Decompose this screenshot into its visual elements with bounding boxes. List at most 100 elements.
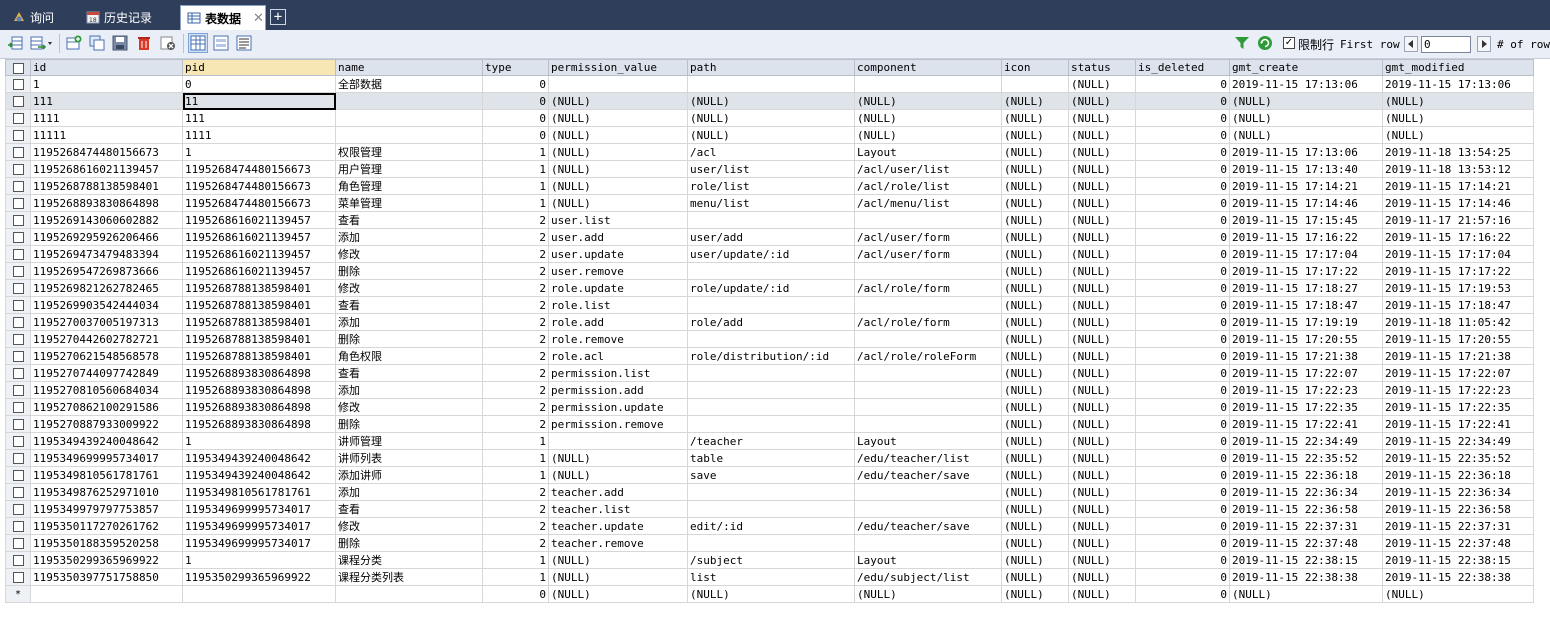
cell-path[interactable]: /acl [687,143,855,161]
cell-gmt-create[interactable]: 2019-11-15 17:13:40 [1229,160,1383,178]
cell-pid[interactable]: 1195268616021139457 [182,262,336,280]
cell-id[interactable]: 1195268893830864898 [30,194,183,212]
cell-component[interactable]: /acl/user/form [854,245,1002,263]
limit-rows-checkbox[interactable]: ✓ [1283,37,1295,49]
cell-pid[interactable]: 1195268893830864898 [182,381,336,399]
cell-pid[interactable]: 1 [182,143,336,161]
cell-is-deleted[interactable]: 0 [1135,245,1230,263]
cell-permission-value[interactable]: role.add [548,313,688,331]
table-row[interactable]: 1111 111 0 (NULL) (NULL) (NULL) (NULL) (NULL) 0(… [5,109,1534,127]
cell-pid[interactable]: 1195268788138598401 [182,330,336,348]
cell-component[interactable] [854,500,1002,518]
refresh-icon[interactable] [1257,35,1273,51]
cell-gmt-create[interactable]: 2019-11-15 17:15:45 [1229,211,1383,229]
cell-component[interactable]: (NULL) [854,126,1002,144]
cell-gmt-modified[interactable]: 2019-11-15 17:14:21 [1382,177,1534,195]
row-checkbox[interactable] [5,517,31,535]
cell-id[interactable]: 1195350188359520258 [30,534,183,552]
cell-icon[interactable]: (NULL) [1001,126,1069,144]
row-checkbox[interactable] [5,568,31,586]
cell-permission-value[interactable] [548,75,688,93]
cell-status[interactable]: (NULL) [1068,177,1136,195]
cell-gmt-modified[interactable]: 2019-11-18 11:05:42 [1382,313,1534,331]
cell-status[interactable]: (NULL) [1068,228,1136,246]
cell-is-deleted[interactable]: 0 [1135,143,1230,161]
cell-pid[interactable] [182,585,336,603]
cell-pid[interactable]: 1195349810561781761 [182,483,336,501]
cell-name[interactable]: 添加 [335,228,483,246]
cell-component[interactable]: Layout [854,432,1002,450]
text-view-icon[interactable] [236,35,252,51]
cell-component[interactable]: /acl/user/list [854,160,1002,178]
cell-type[interactable]: 2 [482,211,549,229]
table-row[interactable]: 1195269821262782465 1195268788138598401 修改… [5,279,1534,297]
row-checkbox[interactable] [5,381,31,399]
cell-type[interactable]: 2 [482,228,549,246]
cell-pid[interactable]: 1195268893830864898 [182,415,336,433]
cell-id[interactable]: 1195269547269873666 [30,262,183,280]
column-header-id[interactable]: id [30,59,183,76]
cell-gmt-create[interactable]: 2019-11-15 17:14:46 [1229,194,1383,212]
table-row[interactable]: 1195350188359520258 1195349699995734017 删除… [5,534,1534,552]
cell-icon[interactable]: (NULL) [1001,92,1069,110]
cell-type[interactable]: 2 [482,296,549,314]
cell-component[interactable]: /acl/role/roleForm [854,347,1002,365]
column-header-gmt-modified[interactable]: gmt_modified [1382,59,1534,76]
row-checkbox[interactable] [5,177,31,195]
cell-id[interactable]: 111 [30,92,183,110]
cell-gmt-modified[interactable]: (NULL) [1382,585,1534,603]
cell-pid[interactable]: 1 [182,551,336,569]
row-checkbox[interactable] [5,551,31,569]
cell-icon[interactable]: (NULL) [1001,551,1069,569]
cell-id[interactable]: 1111 [30,109,183,127]
cell-permission-value[interactable]: teacher.update [548,517,688,535]
cell-type[interactable]: 2 [482,245,549,263]
table-row[interactable]: 1195349439240048642 1 讲师管理 1/teacher Layout(… [5,432,1534,450]
cell-status[interactable]: (NULL) [1068,330,1136,348]
cell-component[interactable]: Layout [854,551,1002,569]
cell-component[interactable]: /edu/teacher/save [854,466,1002,484]
cell-type[interactable]: 1 [482,449,549,467]
cell-pid[interactable]: 1195349439240048642 [182,466,336,484]
table-row[interactable]: 1195268616021139457 1195268474480156673 用户… [5,160,1534,178]
cell-icon[interactable]: (NULL) [1001,228,1069,246]
cell-component[interactable] [854,364,1002,382]
cell-path[interactable]: user/add [687,228,855,246]
cell-is-deleted[interactable]: 0 [1135,585,1230,603]
cell-permission-value[interactable]: (NULL) [548,449,688,467]
previous-page-button[interactable] [1404,36,1418,52]
cell-gmt-create[interactable]: (NULL) [1229,126,1383,144]
cell-component[interactable] [854,398,1002,416]
cell-pid[interactable]: 1195349699995734017 [182,534,336,552]
cell-path[interactable]: save [687,466,855,484]
cell-icon[interactable]: (NULL) [1001,262,1069,280]
column-header-pid[interactable]: pid [182,59,336,76]
cell-is-deleted[interactable]: 0 [1135,517,1230,535]
cell-gmt-modified[interactable]: 2019-11-15 17:17:22 [1382,262,1534,280]
row-checkbox[interactable] [5,449,31,467]
cell-pid[interactable]: 11 [182,92,336,110]
tab-table-data[interactable]: 表数据 ✕ [180,5,266,30]
cell-name[interactable]: 菜单管理 [335,194,483,212]
cell-name[interactable]: 删除 [335,330,483,348]
cell-component[interactable]: (NULL) [854,585,1002,603]
cell-path[interactable]: table [687,449,855,467]
column-header-gmt-create[interactable]: gmt_create [1229,59,1383,76]
cell-is-deleted[interactable]: 0 [1135,398,1230,416]
delete-icon[interactable] [136,35,152,51]
cell-gmt-create[interactable]: 2019-11-15 17:20:55 [1229,330,1383,348]
grid-view-icon[interactable] [188,33,208,53]
cell-id[interactable]: 1195349699995734017 [30,449,183,467]
cell-pid[interactable]: 1195268788138598401 [182,296,336,314]
cell-type[interactable]: 2 [482,517,549,535]
cell-pid[interactable]: 111 [182,109,336,127]
first-row-input[interactable]: 0 [1421,36,1471,53]
cell-is-deleted[interactable]: 0 [1135,364,1230,382]
cell-path[interactable]: (NULL) [687,585,855,603]
cell-gmt-modified[interactable]: 2019-11-15 17:22:41 [1382,415,1534,433]
cell-status[interactable]: (NULL) [1068,279,1136,297]
cell-gmt-modified[interactable]: 2019-11-15 17:14:46 [1382,194,1534,212]
cell-pid[interactable]: 1195268893830864898 [182,398,336,416]
cell-gmt-create[interactable]: 2019-11-15 17:18:27 [1229,279,1383,297]
cell-gmt-create[interactable]: (NULL) [1229,109,1383,127]
